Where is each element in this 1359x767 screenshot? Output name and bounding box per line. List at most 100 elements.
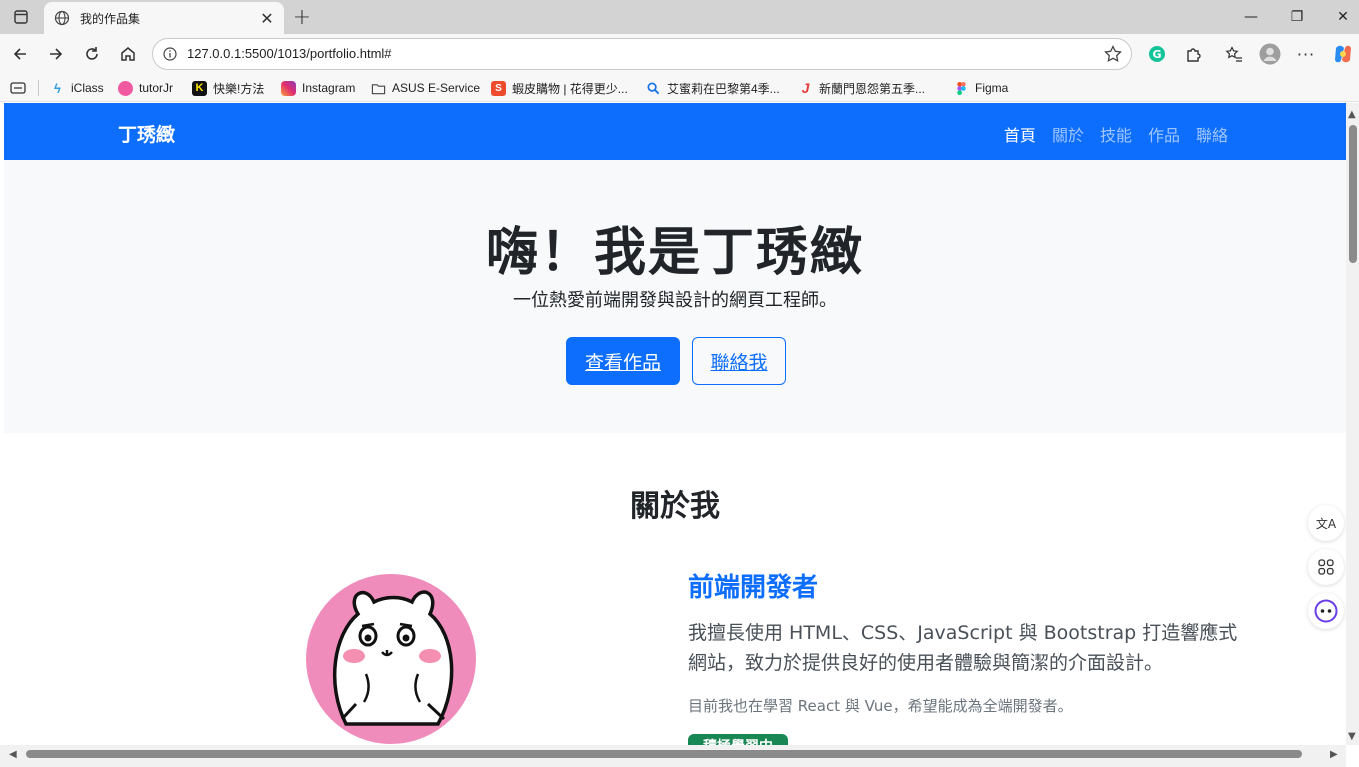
- assistant-face-icon: [1314, 599, 1338, 623]
- learning-badge: 積極學習中: [688, 734, 788, 745]
- scroll-right-icon[interactable]: ▶: [1330, 749, 1338, 760]
- apps-widget-button[interactable]: [1308, 549, 1344, 585]
- avatar: [306, 574, 476, 744]
- hero-subtitle: 一位熱愛前端開發與設計的網頁工程師。: [513, 290, 837, 311]
- svg-text:G: G: [1152, 48, 1161, 61]
- bookmark-label: 新蘭門恩怨第五季...: [819, 81, 926, 96]
- nav-link-about[interactable]: 關於: [1052, 122, 1084, 146]
- hero-title: 嗨！我是丁琇緻: [485, 223, 864, 283]
- horizontal-scroll-thumb[interactable]: [26, 750, 1302, 758]
- instagram-icon: [281, 80, 296, 96]
- site-brand[interactable]: 丁琇緻: [118, 120, 175, 147]
- bookmark-label: tutorJr: [139, 81, 174, 95]
- hero-section: 嗨！我是丁琇緻 一位熱愛前端開發與設計的網頁工程師。: [4, 160, 1346, 433]
- nav-link-home[interactable]: 首頁: [1004, 122, 1036, 146]
- address-bar[interactable]: 127.0.0.1:5500/1013/portfolio.html#: [152, 38, 1132, 70]
- about-note: 目前我也在學習 React 與 Vue，希望能成為全端開發者。: [688, 697, 1073, 715]
- tab-actions-button[interactable]: [8, 6, 34, 28]
- bookmark-label: 快樂!方法: [213, 81, 265, 96]
- bookmark-instagram[interactable]: Instagram: [281, 79, 355, 97]
- favorite-star-icon[interactable]: [1103, 44, 1123, 64]
- tutorjr-icon: [118, 80, 133, 96]
- close-tab-icon[interactable]: ✕: [258, 9, 276, 28]
- j-icon: J: [801, 79, 810, 96]
- bookmark-kuaile[interactable]: K 快樂!方法: [192, 79, 264, 97]
- vertical-scrollbar[interactable]: ▲ ▼: [1346, 103, 1359, 745]
- extensions-button[interactable]: [1180, 41, 1206, 67]
- bookmark-iclass[interactable]: ϟ iClass: [50, 79, 104, 97]
- home-button[interactable]: [114, 40, 142, 68]
- back-arrow-icon: [13, 48, 26, 60]
- apps-grid-icon: [1318, 559, 1334, 575]
- about-description: 我擅長使用 HTML、CSS、JavaScript 與 Bootstrap 打造…: [688, 622, 1238, 674]
- home-icon: [121, 47, 135, 61]
- site-navbar: 丁琇緻 首頁 關於 技能 作品 聯絡: [4, 103, 1346, 160]
- bookmark-panel-icon: [10, 82, 26, 94]
- bookmark-label: 蝦皮購物 | 花得更少...: [512, 81, 628, 96]
- profile-button[interactable]: [1257, 41, 1283, 67]
- bookmark-label: Instagram: [302, 81, 356, 95]
- bookmark-figma[interactable]: Figma: [954, 79, 1008, 97]
- copilot-icon: [1335, 45, 1351, 63]
- shopee-icon: S: [491, 80, 506, 96]
- bookmark-label: 艾蜜莉在巴黎第4季...: [667, 81, 780, 96]
- browser-tab[interactable]: 我的作品集 ✕: [44, 2, 284, 34]
- iclass-icon: ϟ: [54, 80, 61, 96]
- back-button[interactable]: [6, 40, 34, 68]
- figma-icon: [957, 81, 966, 95]
- minimize-button[interactable]: —: [1228, 0, 1274, 34]
- translate-icon: 文A: [1315, 516, 1337, 531]
- role-title: 前端開發者: [688, 573, 819, 603]
- vertical-scroll-thumb[interactable]: [1349, 125, 1357, 263]
- tab-actions-icon: [14, 10, 28, 24]
- restore-button[interactable]: ❐: [1274, 0, 1320, 34]
- scroll-left-icon[interactable]: ◀: [9, 749, 17, 760]
- globe-icon: [54, 10, 70, 26]
- scroll-down-icon[interactable]: ▼: [1348, 731, 1356, 742]
- nav-links: 首頁 關於 技能 作品 聯絡: [988, 122, 1228, 146]
- profile-avatar-icon: [1259, 43, 1281, 65]
- nav-link-skills[interactable]: 技能: [1100, 122, 1132, 146]
- bookmark-label: iClass: [71, 81, 104, 95]
- nav-link-portfolio[interactable]: 作品: [1148, 122, 1180, 146]
- close-window-button[interactable]: ✕: [1320, 0, 1359, 34]
- search-icon: [647, 82, 660, 94]
- bookmarks-divider: [38, 80, 39, 96]
- contact-me-button[interactable]: 聯絡我: [692, 337, 786, 385]
- reload-icon: [86, 47, 98, 60]
- translate-widget-button[interactable]: 文A: [1308, 505, 1344, 541]
- bookmark-drama[interactable]: J 新蘭門恩怨第五季...: [798, 79, 925, 97]
- grammarly-extension-button[interactable]: G: [1144, 41, 1170, 67]
- menu-button[interactable]: ···: [1293, 41, 1319, 67]
- favorites-button[interactable]: [1221, 41, 1247, 67]
- about-heading: 關於我: [630, 489, 720, 524]
- scroll-up-icon[interactable]: ▲: [1348, 109, 1356, 120]
- url-text: 127.0.0.1:5500/1013/portfolio.html#: [187, 46, 392, 61]
- tab-title: 我的作品集: [80, 11, 141, 26]
- bookmark-tutorjr[interactable]: tutorJr: [118, 79, 173, 97]
- kuaile-icon: K: [192, 80, 207, 96]
- puzzle-icon: [1187, 48, 1201, 62]
- more-dots-icon: ···: [1296, 44, 1316, 64]
- forward-arrow-icon: [50, 48, 63, 60]
- reload-button[interactable]: [78, 40, 106, 68]
- hamster-illustration: [332, 590, 454, 726]
- nav-link-contact[interactable]: 聯絡: [1196, 122, 1228, 146]
- page-viewport: 丁琇緻 首頁 關於 技能 作品 聯絡 嗨！我是丁琇緻 一位熱愛前端開發與設計的網…: [4, 103, 1346, 745]
- copilot-button[interactable]: [1330, 41, 1356, 67]
- bookmark-asus-eservice[interactable]: ASUS E-Service: [371, 79, 480, 97]
- favorites-list-icon: [1225, 46, 1242, 62]
- bookmark-label: ASUS E-Service: [392, 81, 481, 95]
- bookmark-label: Figma: [975, 81, 1009, 95]
- forward-button[interactable]: [42, 40, 70, 68]
- bookmarks-toggle-button[interactable]: [10, 79, 26, 97]
- new-tab-button[interactable]: +: [290, 5, 314, 30]
- site-info-icon[interactable]: [163, 47, 177, 61]
- view-work-button[interactable]: 查看作品: [566, 337, 680, 385]
- bookmark-emily-in-paris[interactable]: 艾蜜莉在巴黎第4季...: [646, 79, 780, 97]
- assistant-widget-button[interactable]: [1308, 593, 1344, 629]
- grammarly-icon: G: [1149, 46, 1165, 62]
- bookmark-shopee[interactable]: S 蝦皮購物 | 花得更少...: [491, 79, 628, 97]
- horizontal-scrollbar[interactable]: ◀ ▶: [0, 745, 1346, 767]
- bookmarks-bar: ϟ iClass tutorJr K 快樂!方法 Instagram ASUS …: [0, 74, 1359, 102]
